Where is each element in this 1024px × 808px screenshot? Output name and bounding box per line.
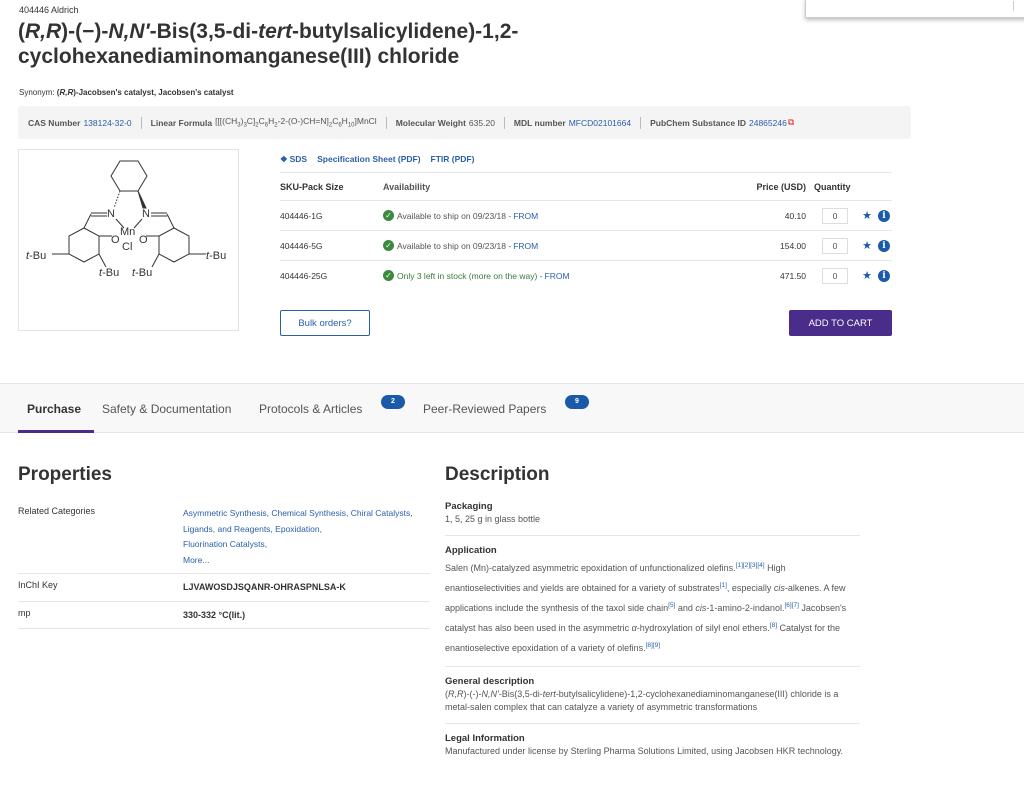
papers-count-badge: 9 xyxy=(565,395,589,409)
info-icon[interactable]: i xyxy=(878,209,890,222)
protocols-count-badge: 2 xyxy=(381,395,405,409)
from-link[interactable]: FROM xyxy=(513,211,538,221)
spec-sheet-link[interactable]: Specification Sheet (PDF) xyxy=(317,154,420,165)
general-description-section: General description (R,R)-(-)-N,N'-Bis(3… xyxy=(445,673,860,724)
packaging-section: Packaging 1, 5, 25 g in glass bottle xyxy=(445,498,860,536)
from-link[interactable]: FROM xyxy=(545,271,570,281)
product-brand: 404446 Aldrich xyxy=(19,5,79,15)
mdl-number-link[interactable]: MFCD02101664 xyxy=(569,118,631,128)
tab-purchase[interactable]: Purchase xyxy=(27,402,81,416)
header-search-box[interactable] xyxy=(805,0,1024,18)
tabs-bar: Purchase Safety & Documentation Protocol… xyxy=(0,383,1024,433)
svg-text:Mn: Mn xyxy=(120,226,135,238)
check-circle-icon: ✓ xyxy=(383,270,394,281)
description-section: Packaging 1, 5, 25 g in glass bottle App… xyxy=(445,498,860,773)
active-tab-indicator xyxy=(18,430,94,433)
category-link[interactable]: Fluorination Catalysts, xyxy=(183,539,267,549)
svg-text:O: O xyxy=(111,234,120,246)
page-title: (R,R)-(−)-N,N′-Bis(3,5-di-tert-butylsali… xyxy=(18,20,519,68)
svg-text:O: O xyxy=(139,234,148,246)
table-header: SKU-Pack Size Availability Price (USD) Q… xyxy=(280,172,892,200)
sds-diamond-icon: ❖ xyxy=(280,154,288,164)
category-link[interactable]: Epoxidation, xyxy=(275,524,322,534)
svg-text:t-Bu: t-Bu xyxy=(26,250,46,262)
sku-table: SKU-Pack Size Availability Price (USD) Q… xyxy=(280,172,892,290)
table-row: 404446-25G ✓ Only 3 left in stock (more o… xyxy=(280,260,892,290)
property-row: InChI Key LJVAWOSDJSQANR-OHRASPNLSA-K xyxy=(18,574,430,602)
add-to-cart-button[interactable]: ADD TO CART xyxy=(789,310,892,336)
svg-text:t-Bu: t-Bu xyxy=(206,250,226,262)
sds-link[interactable]: ❖ SDS xyxy=(280,154,307,165)
quantity-input[interactable] xyxy=(822,237,848,254)
structure-drawing: N N Mn O O Cl t-Bu t-Bu t-Bu t-Bu xyxy=(26,160,226,279)
reference-link[interactable]: [8] xyxy=(770,622,777,629)
tab-peer-reviewed-papers[interactable]: Peer-Reviewed Papers xyxy=(423,402,546,416)
table-row: 404446-5G ✓ Available to ship on 09/23/18… xyxy=(280,230,892,260)
mp-value: 330-332 °C(lit.) xyxy=(183,609,246,620)
ftir-link[interactable]: FTIR (PDF) xyxy=(431,154,475,165)
description-heading: Description xyxy=(445,464,550,485)
check-circle-icon: ✓ xyxy=(383,240,394,251)
info-icon[interactable]: i xyxy=(878,239,890,252)
property-row: Related Categories Asymmetric Synthesis,… xyxy=(18,500,430,574)
star-icon[interactable]: ★ xyxy=(856,239,878,252)
cas-number-link[interactable]: 138124-32-0 xyxy=(83,118,131,128)
application-section: Application Salen (Mn)-catalyzed asymmet… xyxy=(445,542,860,667)
svg-text:t-Bu: t-Bu xyxy=(99,267,119,279)
svg-text:Cl: Cl xyxy=(122,241,132,253)
from-link[interactable]: FROM xyxy=(513,241,538,251)
properties-heading: Properties xyxy=(18,464,112,485)
divider xyxy=(1013,1,1014,11)
quantity-input[interactable] xyxy=(822,207,848,224)
info-icon[interactable]: i xyxy=(878,269,890,282)
property-row: mp 330-332 °C(lit.) xyxy=(18,602,430,629)
tab-protocols-articles[interactable]: Protocols & Articles xyxy=(259,402,362,416)
check-circle-icon: ✓ xyxy=(383,210,394,221)
product-info-bar: CAS Number 138124-32-0 Linear Formula[[[(… xyxy=(18,106,911,139)
reference-link[interactable]: [1] xyxy=(720,582,727,589)
svg-text:N: N xyxy=(142,208,150,220)
more-categories-link[interactable]: More... xyxy=(183,555,209,565)
category-link[interactable]: Asymmetric Synthesis, xyxy=(183,508,269,518)
svg-text:t-Bu: t-Bu xyxy=(132,267,152,279)
synonym: Synonym: (R,R)-Jacobsen's catalyst, Jaco… xyxy=(19,88,234,97)
svg-text:N: N xyxy=(107,208,115,220)
reference-link[interactable]: [6][7] xyxy=(784,602,798,609)
reference-link[interactable]: [8][9] xyxy=(646,642,660,649)
linear-formula: [[[(CH3)3C]2C6H2-2-(O-)CH=N]2C6H10]MnCl xyxy=(215,116,377,129)
star-icon[interactable]: ★ xyxy=(856,209,878,222)
reference-link[interactable]: [1][2][3][4] xyxy=(736,562,765,569)
pubchem-link[interactable]: 24865246 xyxy=(749,118,787,128)
inchi-key-value: LJVAWOSDJSQANR-OHRASPNLSA-K xyxy=(183,582,346,592)
tab-safety-documentation[interactable]: Safety & Documentation xyxy=(102,402,231,416)
legal-information-section: Legal Information Manufactured under lic… xyxy=(445,733,844,756)
star-icon[interactable]: ★ xyxy=(856,269,878,282)
category-link[interactable]: Chemical Synthesis, xyxy=(271,508,348,518)
molecular-weight: 635.20 xyxy=(468,117,495,128)
table-row: 404446-1G ✓ Available to ship on 09/23/18… xyxy=(280,200,892,230)
bulk-orders-button[interactable]: Bulk orders? xyxy=(280,310,370,336)
external-link-icon[interactable]: ⧉ xyxy=(788,117,794,128)
quantity-input[interactable] xyxy=(822,267,848,284)
properties-table: Related Categories Asymmetric Synthesis,… xyxy=(18,500,430,629)
document-links: ❖ SDS Specification Sheet (PDF) FTIR (PDF… xyxy=(280,154,474,165)
chemical-structure-image[interactable]: N N Mn O O Cl t-Bu t-Bu t-Bu t-Bu xyxy=(18,149,239,331)
